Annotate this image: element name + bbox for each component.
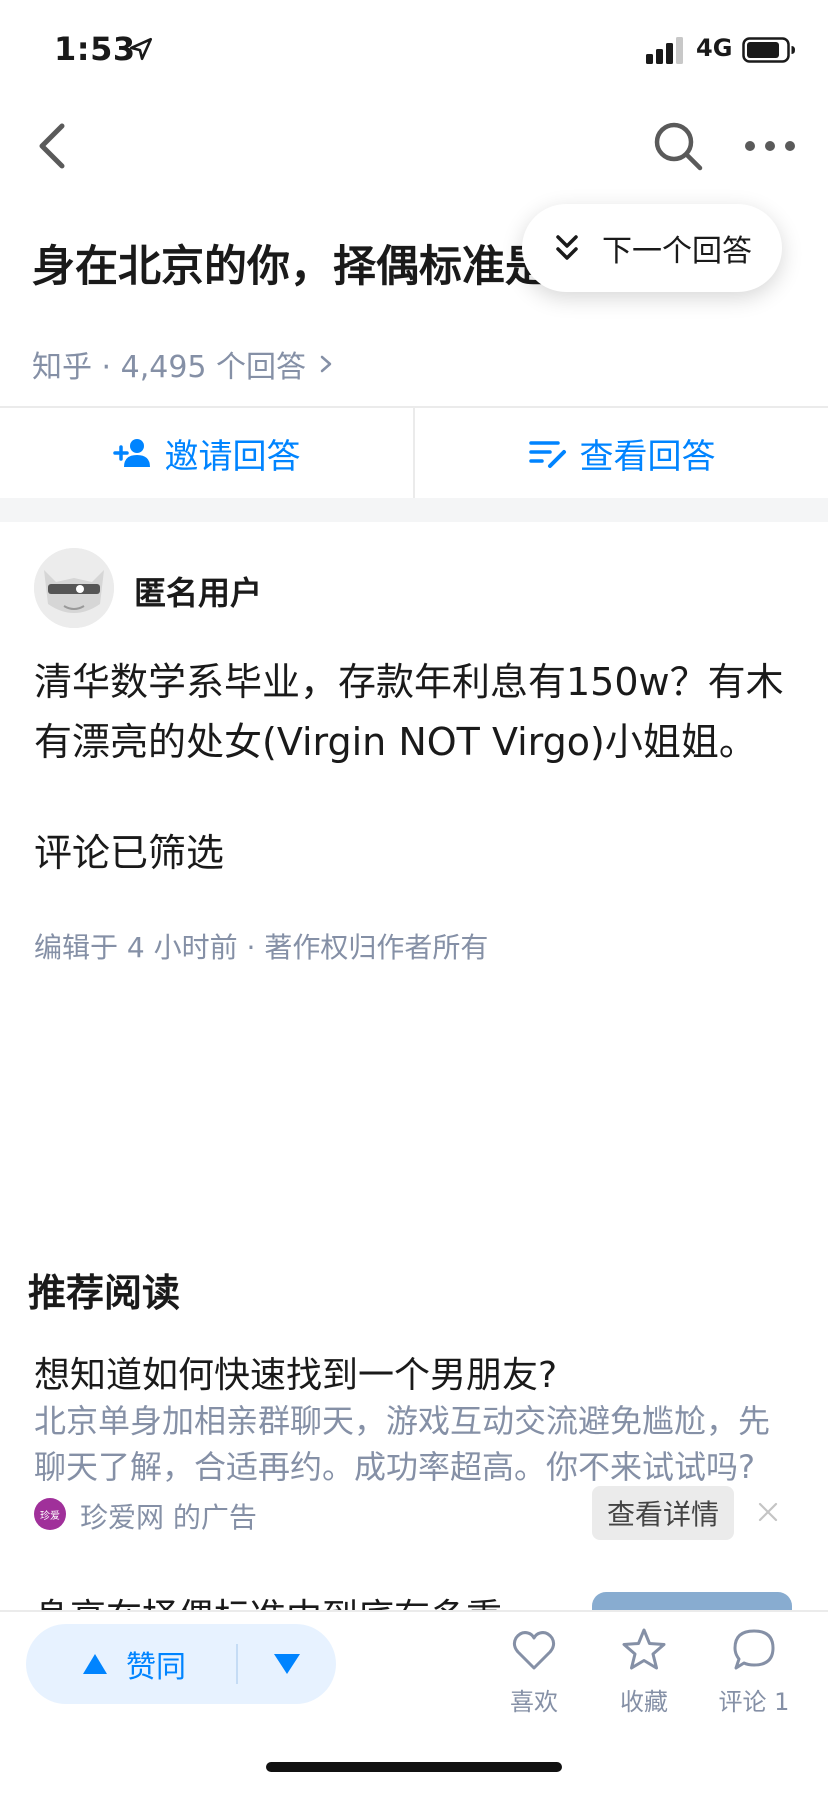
question-source: 知乎 · 4,495 个回答 [32, 350, 307, 385]
collect-label: 收藏 [620, 1688, 668, 1716]
search-icon[interactable] [650, 118, 706, 174]
like-label: 喜欢 [510, 1688, 558, 1716]
double-chevron-down-icon [556, 235, 578, 260]
recommended-item-title[interactable]: 身高在择偶标准中到底有多重 [34, 1588, 502, 1612]
network-type: 4G [696, 34, 733, 62]
ad-source: 珍爱网 的广告 [80, 1501, 257, 1534]
back-icon[interactable] [30, 118, 82, 174]
ad-title[interactable]: 想知道如何快速找到一个男朋友? [34, 1346, 557, 1398]
ad-detail-button[interactable]: 查看详情 [592, 1486, 734, 1540]
more-icon[interactable] [742, 124, 798, 168]
avatar[interactable] [34, 548, 114, 628]
ad-description[interactable]: 北京单身加相亲群聊天，游戏互动交流避免尴尬，先聊天了解，合适再约。成功率超高。你… [34, 1398, 794, 1490]
comment-label: 评论 1 [718, 1688, 790, 1716]
add-person-icon [112, 439, 150, 467]
invite-answer-label: 邀请回答 [164, 436, 301, 477]
question-action-row: 邀请回答 查看回答 [0, 408, 828, 498]
anonymous-avatar-icon [34, 548, 114, 628]
triangle-up-icon [83, 1654, 107, 1674]
view-answers-label: 查看回答 [579, 436, 716, 477]
author-name[interactable]: 匿名用户 [134, 568, 262, 614]
downvote-button[interactable] [238, 1653, 336, 1675]
answer-body: 清华数学系毕业，存款年利息有150w？有木有漂亮的处女(Virgin NOT V… [34, 660, 784, 764]
heart-icon [512, 1631, 556, 1670]
section-separator [0, 498, 828, 522]
vote-control: 赞同 [26, 1624, 336, 1704]
question-title[interactable]: 身在北京的你，择偶标准是什么？ [32, 232, 542, 294]
status-bar: 1:53 4G [0, 0, 828, 100]
edit-meta: 编辑于 4 小时前 · 著作权归作者所有 [34, 931, 489, 964]
battery-icon [742, 37, 795, 63]
recommended-item-thumbnail[interactable] [592, 1592, 792, 1612]
location-arrow-icon [129, 37, 153, 61]
question-meta-link[interactable]: 知乎 · 4,495 个回答 [32, 342, 334, 386]
invite-answer-button[interactable]: 邀请回答 [0, 408, 413, 498]
next-answer-button[interactable]: 下一个回答 [522, 204, 782, 292]
advertiser-logo: 珍爱 [34, 1498, 66, 1530]
star-icon [622, 1628, 666, 1670]
comment-button[interactable]: 评论 1 [704, 1626, 804, 1717]
collect-button[interactable]: 收藏 [594, 1626, 694, 1717]
comment-bubble-icon [733, 1629, 775, 1670]
close-icon[interactable] [756, 1500, 780, 1524]
view-answers-button[interactable]: 查看回答 [415, 408, 828, 498]
comment-filter-note: 评论已筛选 [34, 831, 225, 875]
like-button[interactable]: 喜欢 [484, 1626, 584, 1717]
next-answer-label: 下一个回答 [602, 234, 752, 269]
triangle-down-icon [274, 1654, 300, 1674]
recommended-heading: 推荐阅读 [28, 1271, 181, 1315]
list-edit-icon [528, 441, 566, 468]
status-time: 1:53 [54, 30, 136, 68]
home-indicator[interactable] [266, 1762, 562, 1772]
cellular-signal-icon [646, 37, 683, 64]
chevron-right-icon [320, 355, 332, 373]
upvote-label: 赞同 [126, 1650, 186, 1685]
upvote-button[interactable]: 赞同 [26, 1642, 236, 1686]
